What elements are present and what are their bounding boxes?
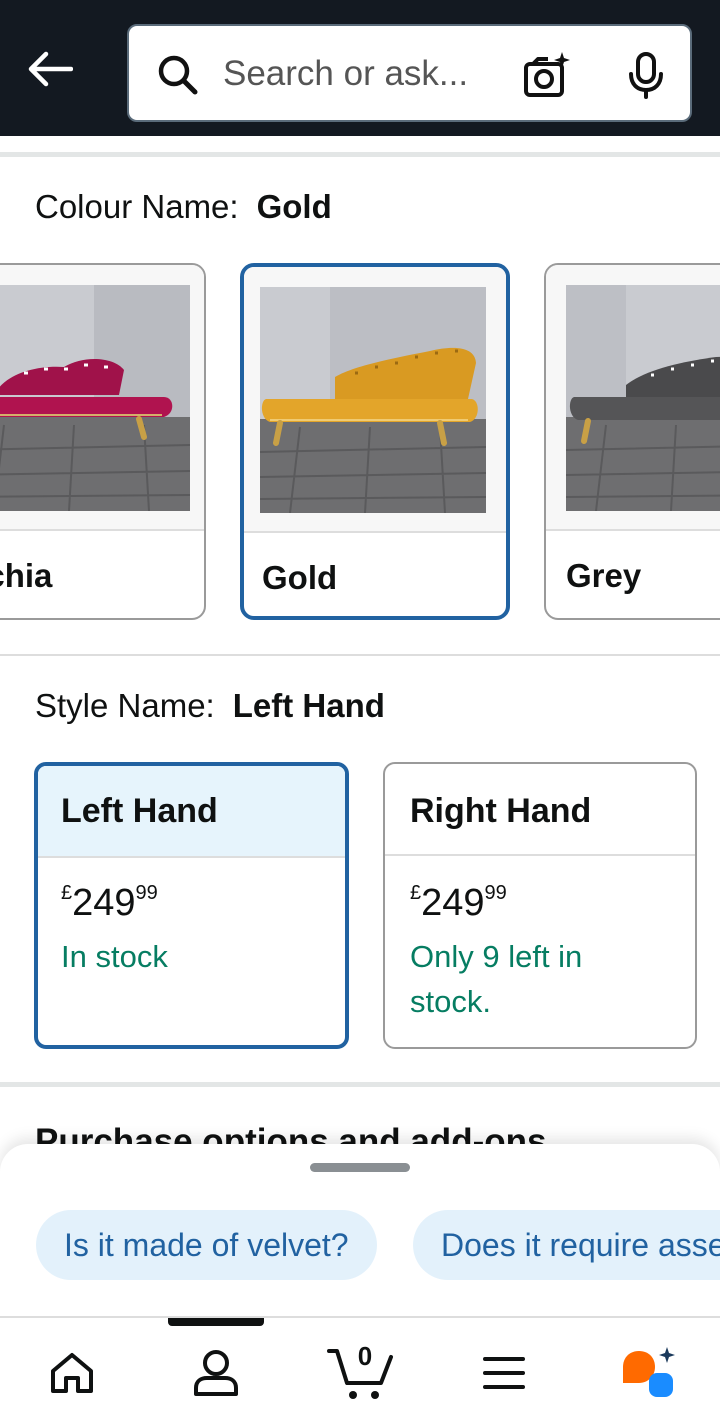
microphone-icon[interactable] — [621, 50, 671, 100]
camera-search-icon[interactable] — [521, 50, 571, 100]
section-divider — [0, 152, 720, 157]
top-app-bar — [0, 0, 720, 136]
colour-name-value: Gold — [256, 188, 332, 225]
section-divider — [0, 654, 720, 656]
nav-menu[interactable] — [464, 1338, 544, 1408]
style-name-label: Style Name: Left Hand — [35, 687, 385, 725]
price-whole: 249 — [72, 882, 136, 924]
style-name-value: Left Hand — [232, 687, 385, 724]
swatch-image-area — [0, 265, 204, 531]
suggestion-chip[interactable]: Does it require assembly? — [413, 1210, 720, 1280]
back-arrow-icon — [28, 51, 73, 87]
style-option-price: £24999 — [61, 882, 158, 925]
style-option-price: £24999 — [410, 882, 507, 925]
back-button[interactable] — [22, 44, 78, 94]
price-currency: £ — [410, 882, 422, 904]
colour-swatch-grey[interactable]: Grey — [544, 263, 720, 620]
nav-account[interactable] — [176, 1338, 256, 1408]
colour-swatch-fuchsia[interactable]: schia — [0, 263, 206, 620]
style-option-title: Right Hand — [410, 792, 592, 830]
suggestion-chip[interactable]: Is it made of velvet? — [36, 1210, 377, 1280]
menu-icon — [483, 1357, 525, 1389]
search-bar[interactable] — [127, 24, 692, 122]
swatch-label: schia — [0, 557, 53, 594]
cart-count-badge: 0 — [357, 1341, 373, 1371]
nav-home[interactable] — [32, 1338, 112, 1408]
product-variations-page: Colour Name: Gold schia — [0, 0, 720, 1424]
grey-sofa-image — [566, 285, 720, 511]
price-fraction: 99 — [135, 882, 158, 904]
search-input[interactable] — [223, 50, 493, 98]
colour-swatch-gold[interactable]: Gold — [240, 263, 510, 620]
price-whole: 249 — [421, 882, 485, 924]
gold-sofa-image — [260, 287, 486, 513]
price-currency: £ — [61, 882, 73, 904]
swatch-label: Grey — [566, 557, 642, 594]
suggestions-bottom-sheet: Is it made of velvet? Does it require as… — [0, 1144, 720, 1320]
style-option-header: Left Hand — [38, 766, 345, 858]
colour-name-label: Colour Name: Gold — [35, 188, 332, 226]
swatch-image-area — [244, 267, 506, 533]
fuchsia-sofa-image — [0, 285, 190, 511]
swatch-image-area — [546, 265, 720, 531]
bottom-navigation: 0 — [0, 1318, 720, 1424]
stock-status: Only 9 left in stock. — [410, 939, 583, 1019]
style-option-right-hand[interactable]: Right Hand £24999 Only 9 left in stock. — [383, 762, 697, 1049]
colour-name-key: Colour Name: — [35, 188, 239, 225]
rufus-icon — [623, 1347, 675, 1397]
style-option-left-hand[interactable]: Left Hand £24999 In stock — [34, 762, 349, 1049]
account-icon — [194, 1350, 238, 1396]
sheet-drag-handle[interactable] — [310, 1163, 410, 1172]
nav-rufus-assistant[interactable] — [608, 1338, 688, 1408]
stock-status: In stock — [61, 939, 168, 974]
home-icon — [51, 1353, 93, 1393]
style-option-title: Left Hand — [61, 792, 218, 830]
active-tab-indicator — [168, 1318, 264, 1326]
cart-wrapper: 0 — [325, 1341, 395, 1403]
section-divider — [0, 1082, 720, 1087]
style-option-header: Right Hand — [385, 764, 695, 856]
price-fraction: 99 — [484, 882, 507, 904]
nav-cart[interactable]: 0 — [320, 1338, 400, 1408]
style-name-key: Style Name: — [35, 687, 215, 724]
search-icon — [158, 55, 198, 95]
swatch-label: Gold — [262, 559, 338, 596]
